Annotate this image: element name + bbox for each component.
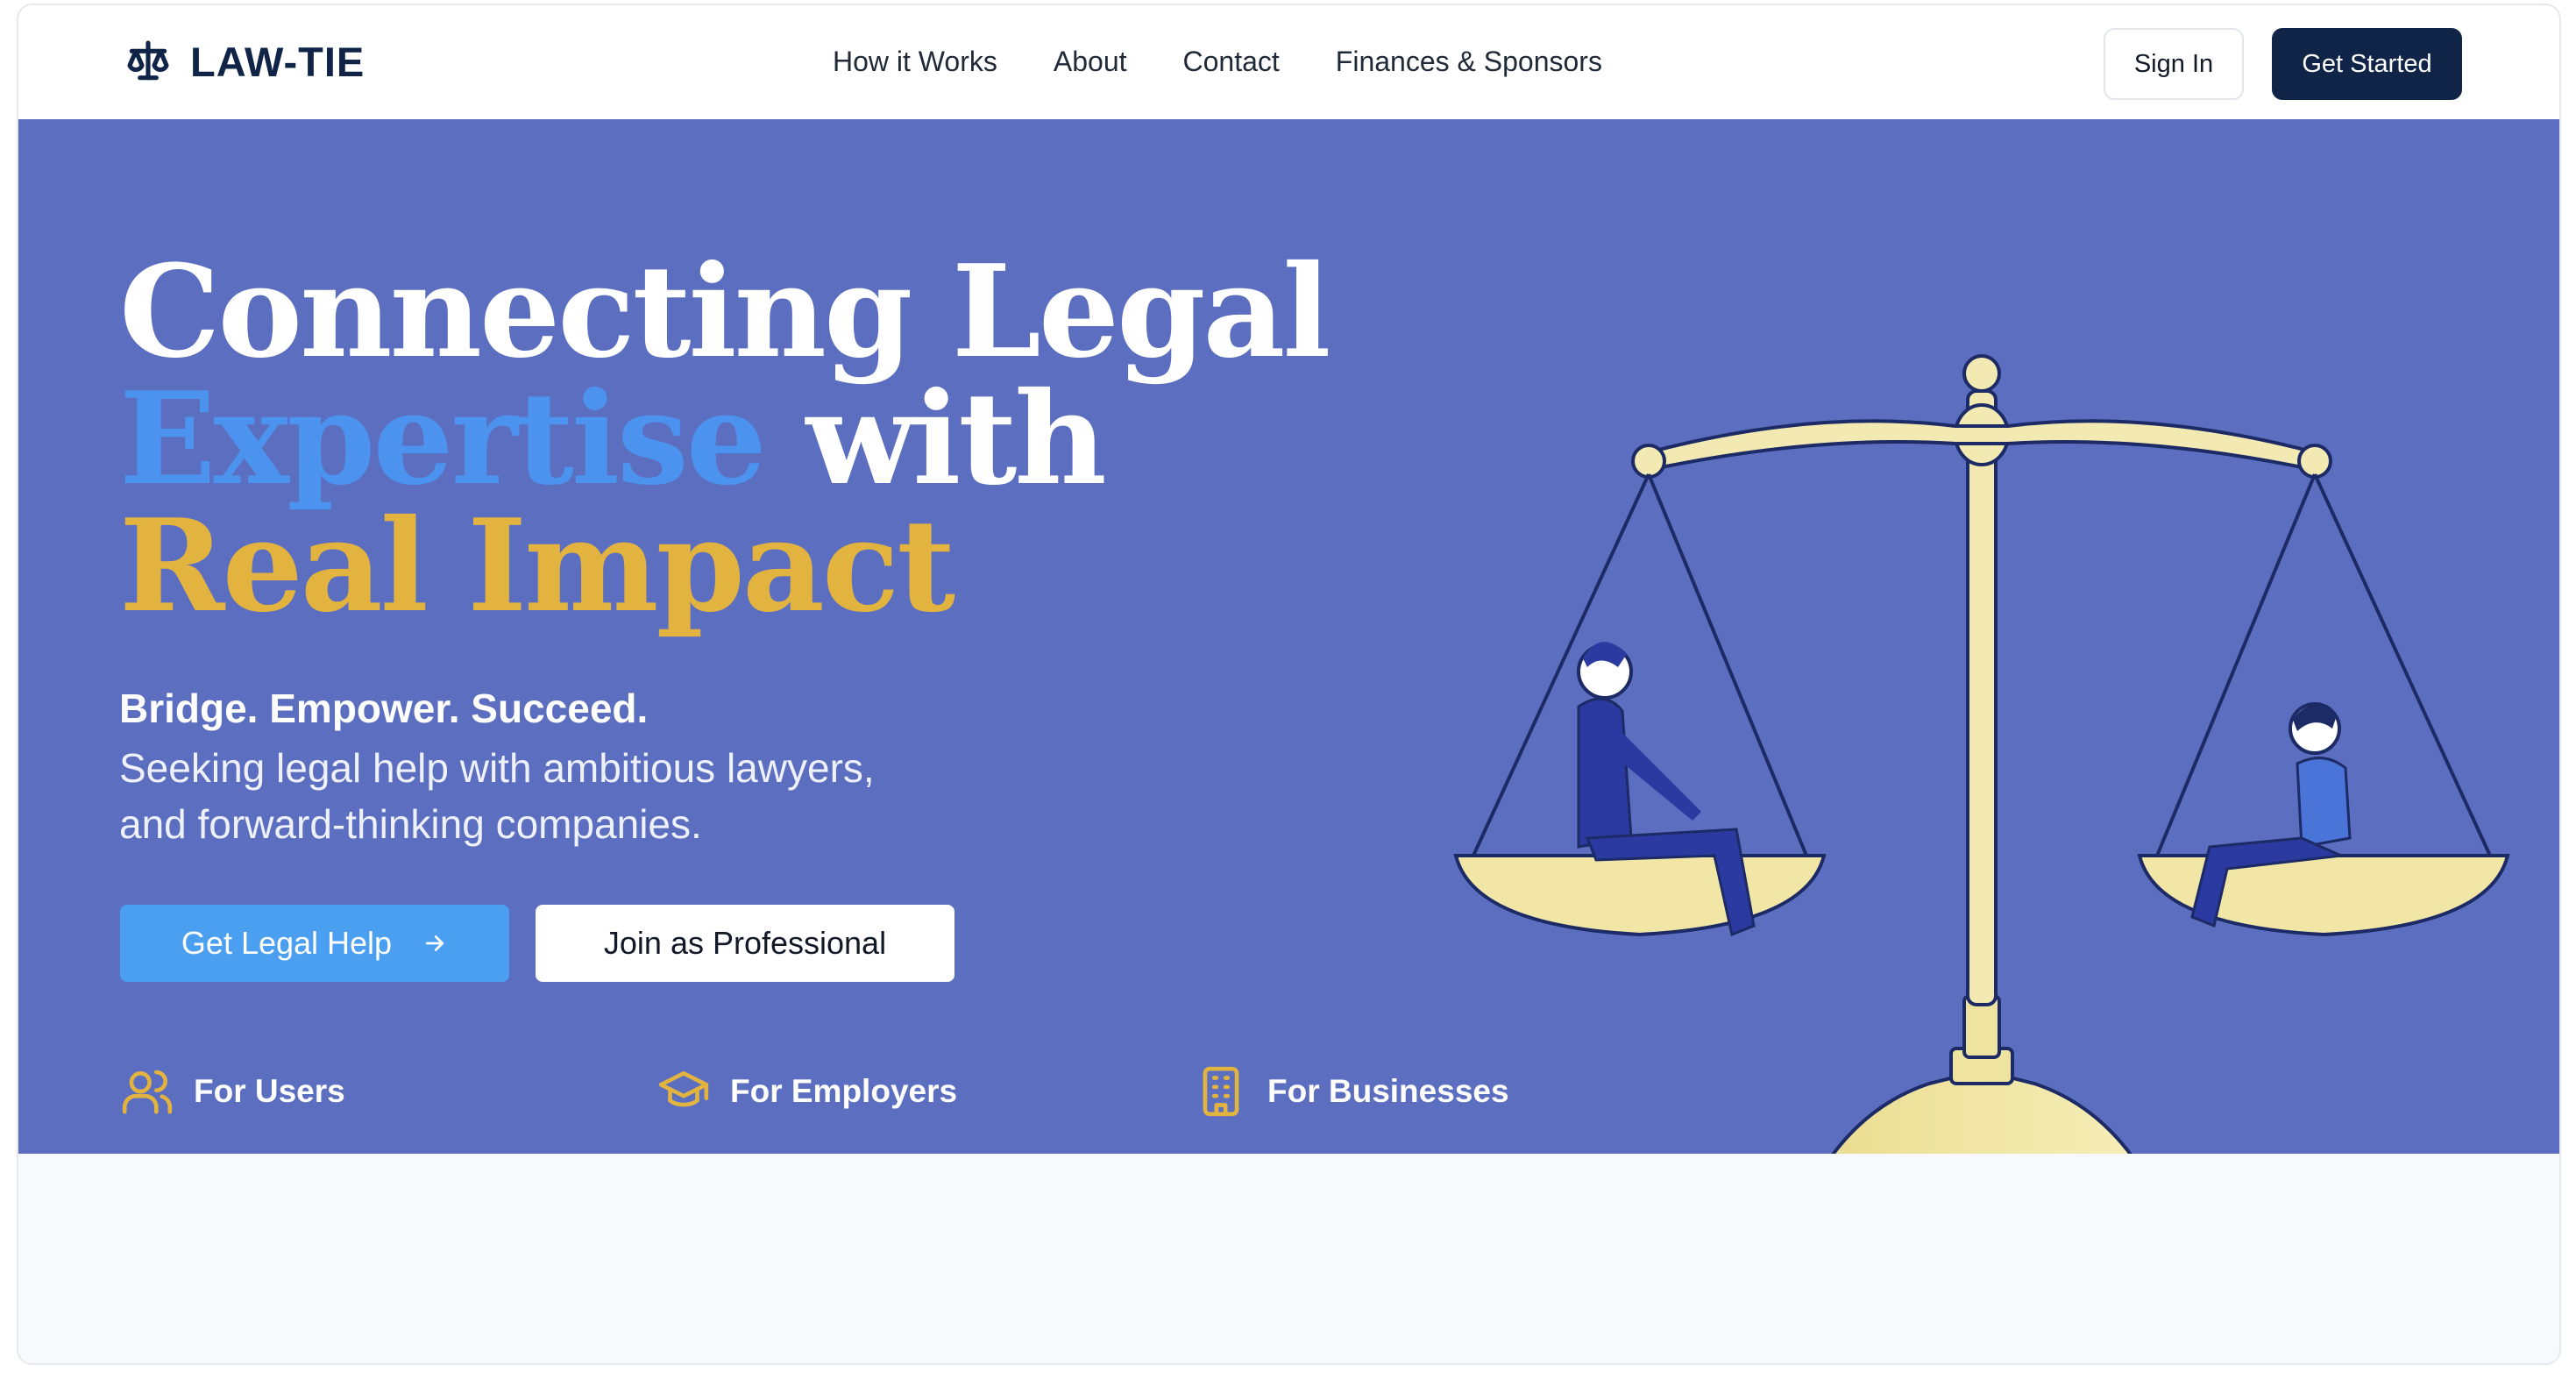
hero-subtitle: Seeking legal help with ambitious lawyer… bbox=[119, 740, 1083, 852]
brand-name: LAW-TIE bbox=[190, 38, 365, 85]
nav-link-finances-sponsors[interactable]: Finances & Sponsors bbox=[1336, 46, 1602, 78]
nav-link-contact[interactable]: Contact bbox=[1183, 46, 1280, 78]
nav-link-about[interactable]: About bbox=[1054, 46, 1127, 78]
audience-employers-label: For Employers bbox=[730, 1073, 958, 1109]
audience-businesses-label: For Businesses bbox=[1267, 1073, 1509, 1109]
nav-links: How it Works About Contact Finances & Sp… bbox=[833, 46, 1602, 78]
audience-businesses[interactable]: For Businesses bbox=[1194, 1064, 1509, 1119]
hero-tagline: Bridge. Empower. Succeed. bbox=[119, 686, 649, 731]
brand-logo[interactable]: LAW-TIE bbox=[122, 37, 365, 86]
audience-users-label: For Users bbox=[194, 1073, 345, 1109]
graduation-cap-icon bbox=[658, 1071, 709, 1107]
hero-subtitle-line-2: and forward-thinking companies. bbox=[119, 801, 702, 847]
users-icon bbox=[122, 1070, 173, 1114]
get-legal-help-button[interactable]: Get Legal Help bbox=[120, 905, 509, 982]
get-started-button[interactable]: Get Started bbox=[2272, 28, 2462, 100]
top-navigation: LAW-TIE How it Works About Contact Finan… bbox=[18, 5, 2559, 119]
headline-line-3: Real Impact bbox=[119, 492, 955, 641]
scales-of-justice-icon bbox=[127, 40, 169, 81]
hero-section: Connecting Legal Expertise with Real Imp… bbox=[18, 119, 2559, 1211]
arrow-right-icon bbox=[425, 935, 444, 951]
join-as-professional-button[interactable]: Join as Professional bbox=[536, 905, 954, 982]
building-icon bbox=[1203, 1066, 1239, 1117]
audience-users[interactable]: For Users bbox=[120, 1064, 345, 1119]
nav-link-how-it-works[interactable]: How it Works bbox=[833, 46, 997, 78]
scales-illustration bbox=[1453, 354, 2510, 1211]
headline-line-1: Connecting Legal bbox=[119, 238, 1331, 387]
hero-subtitle-line-1: Seeking legal help with ambitious lawyer… bbox=[119, 745, 875, 791]
sign-in-button[interactable]: Sign In bbox=[2104, 28, 2244, 100]
browser-frame: LAW-TIE How it Works About Contact Finan… bbox=[17, 4, 2561, 1365]
audience-employers[interactable]: For Employers bbox=[656, 1064, 957, 1119]
hero-headline: Connecting Legal Expertise with Real Imp… bbox=[119, 238, 1331, 641]
get-legal-help-label: Get Legal Help bbox=[181, 925, 393, 961]
headline-line-2: Expertise with bbox=[119, 376, 1329, 503]
below-hero-section bbox=[18, 1154, 2559, 1363]
